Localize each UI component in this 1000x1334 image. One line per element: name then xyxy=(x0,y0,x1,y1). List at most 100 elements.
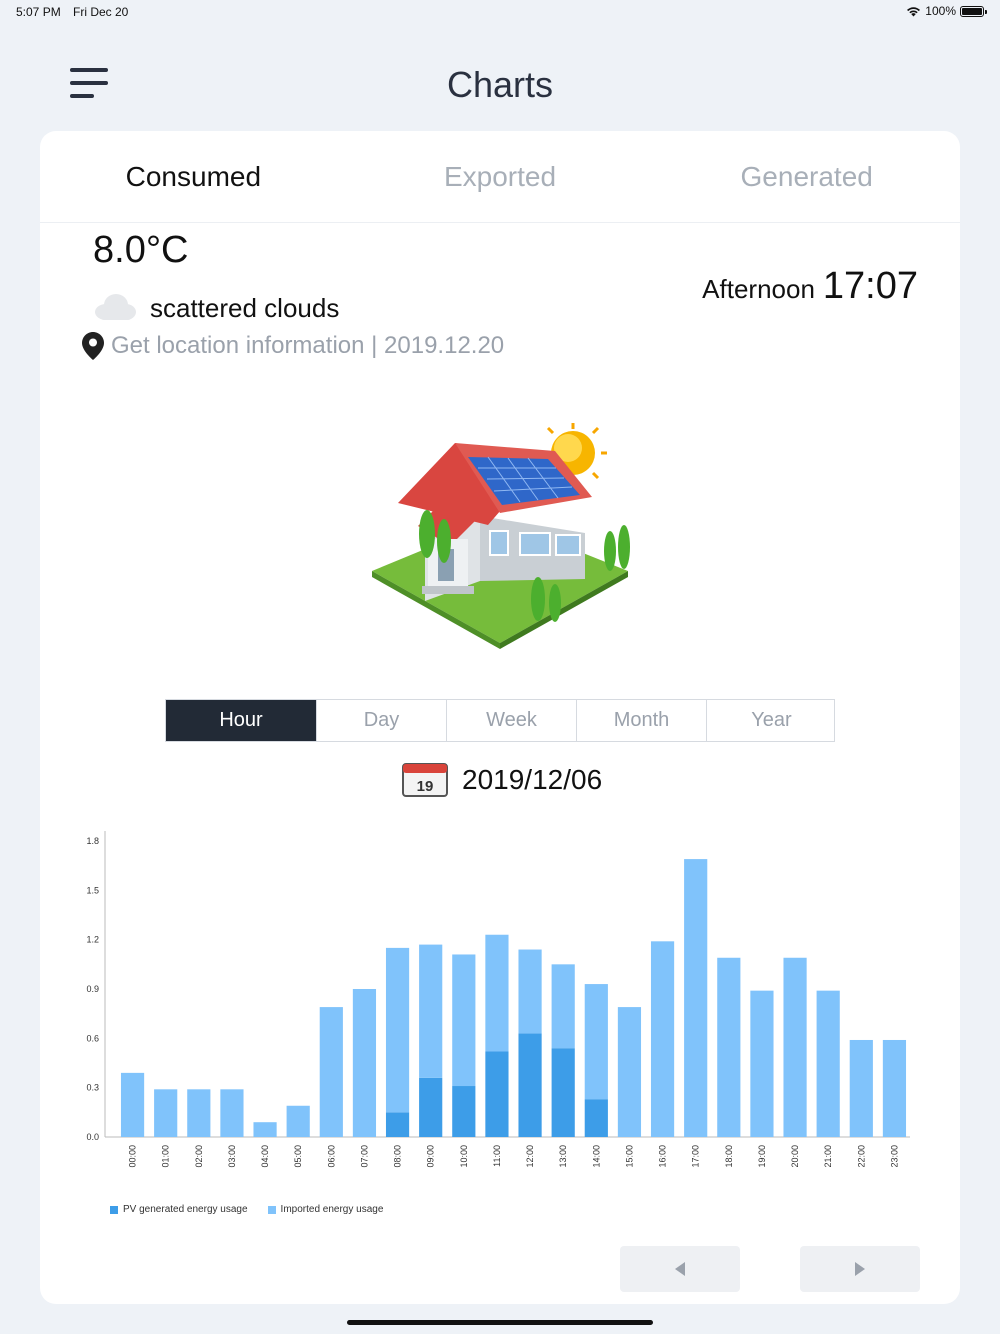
temperature: 8.0°C xyxy=(93,229,189,271)
tab-exported[interactable]: Exported xyxy=(347,131,654,222)
y-tick-label: 0.3 xyxy=(86,1083,99,1093)
x-tick-label: 06:00 xyxy=(326,1145,336,1168)
x-tick-label: 09:00 xyxy=(426,1145,436,1168)
bar-imported-12:00 xyxy=(518,949,542,1034)
x-tick-label: 21:00 xyxy=(823,1145,833,1168)
chart-legend: PV generated energy usage Imported energ… xyxy=(110,1204,383,1215)
next-button[interactable] xyxy=(800,1246,920,1292)
bar-imported-02:00 xyxy=(187,1089,211,1137)
energy-tabs: Consumed Exported Generated xyxy=(40,131,960,223)
chevron-left-icon xyxy=(675,1262,685,1276)
bar-imported-11:00 xyxy=(485,934,509,1052)
y-tick-label: 1.5 xyxy=(86,885,99,895)
bar-imported-15:00 xyxy=(617,1007,642,1137)
calendar-day: 19 xyxy=(417,778,434,795)
x-tick-label: 02:00 xyxy=(194,1145,204,1168)
nav-header: Charts xyxy=(0,40,1000,130)
status-indicators: 100% xyxy=(906,4,987,18)
y-tick-label: 0.0 xyxy=(86,1132,99,1142)
bar-imported-13:00 xyxy=(551,964,575,1049)
bar-pv-13:00 xyxy=(551,1048,575,1137)
cloud-icon xyxy=(95,294,136,320)
bar-imported-18:00 xyxy=(717,957,741,1137)
bar-pv-10:00 xyxy=(452,1086,476,1137)
x-tick-label: 18:00 xyxy=(724,1145,734,1168)
range-tab-week[interactable]: Week xyxy=(446,700,576,741)
bar-imported-22:00 xyxy=(849,1039,873,1137)
x-tick-label: 08:00 xyxy=(393,1145,403,1168)
legend-label-imported: Imported energy usage xyxy=(280,1204,384,1215)
bar-imported-19:00 xyxy=(750,990,774,1137)
x-tick-label: 16:00 xyxy=(658,1145,668,1168)
x-tick-label: 11:00 xyxy=(492,1145,502,1167)
y-tick-label: 1.2 xyxy=(86,935,99,945)
x-tick-label: 15:00 xyxy=(624,1145,634,1168)
previous-button[interactable] xyxy=(620,1246,740,1292)
legend-label-pv: PV generated energy usage xyxy=(123,1204,248,1215)
bar-imported-07:00 xyxy=(352,989,377,1137)
bar-imported-20:00 xyxy=(783,957,807,1137)
y-tick-label: 1.8 xyxy=(86,836,99,846)
tab-consumed[interactable]: Consumed xyxy=(40,131,347,222)
legend-item-pv: PV generated energy usage xyxy=(110,1204,248,1215)
bar-pv-14:00 xyxy=(584,1099,608,1137)
x-tick-label: 05:00 xyxy=(293,1145,303,1168)
tab-generated[interactable]: Generated xyxy=(653,131,960,222)
x-tick-label: 10:00 xyxy=(459,1145,469,1168)
range-tab-year[interactable]: Year xyxy=(706,700,836,741)
weather-description: scattered clouds xyxy=(150,293,340,323)
calendar-icon: 19 xyxy=(402,763,448,797)
x-tick-label: 13:00 xyxy=(558,1145,568,1168)
x-tick-label: 19:00 xyxy=(757,1145,767,1168)
bar-pv-12:00 xyxy=(518,1033,542,1137)
energy-chart: 0.0 0.3 0.6 0.9 1.2 1.5 1.8 00:00 01:00 02:00 03:0… xyxy=(60,821,960,1231)
bar-pv-08:00 xyxy=(385,1112,410,1137)
bar-imported-05:00 xyxy=(286,1105,310,1137)
chart-svg: 0.0 0.3 0.6 0.9 1.2 1.5 1.8 00:00 01:00 02:00 03:0… xyxy=(86,831,910,1168)
x-tick-label: 22:00 xyxy=(856,1145,866,1168)
status-time: 5:07 PM xyxy=(16,5,61,19)
range-tab-hour[interactable]: Hour xyxy=(166,700,316,741)
x-tick-label: 14:00 xyxy=(591,1145,601,1168)
location-text[interactable]: Get location information | 2019.12.20 xyxy=(111,332,504,360)
legend-swatch-imported xyxy=(267,1205,276,1214)
solar-house-illustration xyxy=(372,423,630,649)
x-tick-label: 00:00 xyxy=(128,1145,138,1168)
legend-swatch-pv xyxy=(110,1205,118,1214)
range-tab-day[interactable]: Day xyxy=(316,700,446,741)
wifi-icon xyxy=(907,6,921,16)
y-tick-label: 0.9 xyxy=(86,984,99,994)
time-period: Afternoon xyxy=(702,274,815,304)
page-title: Charts xyxy=(446,64,554,105)
bar-imported-16:00 xyxy=(650,941,675,1137)
x-tick-label: 03:00 xyxy=(227,1145,237,1168)
x-tick-label: 07:00 xyxy=(359,1145,369,1168)
bar-imported-01:00 xyxy=(154,1089,178,1137)
x-tick-label: 23:00 xyxy=(889,1145,899,1168)
bar-imported-06:00 xyxy=(319,1007,343,1137)
x-tick-label: 20:00 xyxy=(790,1145,800,1168)
bar-imported-08:00 xyxy=(385,947,410,1113)
selected-date: 2019/12/06 xyxy=(462,764,603,795)
date-picker[interactable]: 19 2019/12/06 xyxy=(402,763,602,797)
location-pin-icon xyxy=(82,332,104,360)
clock-time: 17:07 xyxy=(822,265,918,307)
bar-pv-11:00 xyxy=(485,1051,509,1137)
clock: Afternoon 17:07 xyxy=(702,265,918,308)
battery-percent: 100% xyxy=(925,4,956,18)
bar-imported-09:00 xyxy=(419,944,443,1078)
bar-imported-04:00 xyxy=(253,1122,277,1137)
range-tab-month[interactable]: Month xyxy=(576,700,706,741)
legend-item-imported: Imported energy usage xyxy=(267,1204,384,1215)
bar-imported-23:00 xyxy=(882,1039,907,1137)
main-card: Consumed Exported Generated 8.0°C scatte… xyxy=(40,131,960,1304)
bar-imported-17:00 xyxy=(684,859,708,1137)
range-tabs: Hour Day Week Month Year xyxy=(165,699,835,742)
y-tick-label: 0.6 xyxy=(86,1033,99,1043)
x-tick-label: 12:00 xyxy=(525,1145,535,1168)
battery-icon xyxy=(960,5,987,17)
x-tick-label: 01:00 xyxy=(161,1145,171,1168)
bar-imported-14:00 xyxy=(584,984,608,1100)
bar-imported-03:00 xyxy=(220,1089,244,1137)
chevron-right-icon xyxy=(855,1262,865,1276)
